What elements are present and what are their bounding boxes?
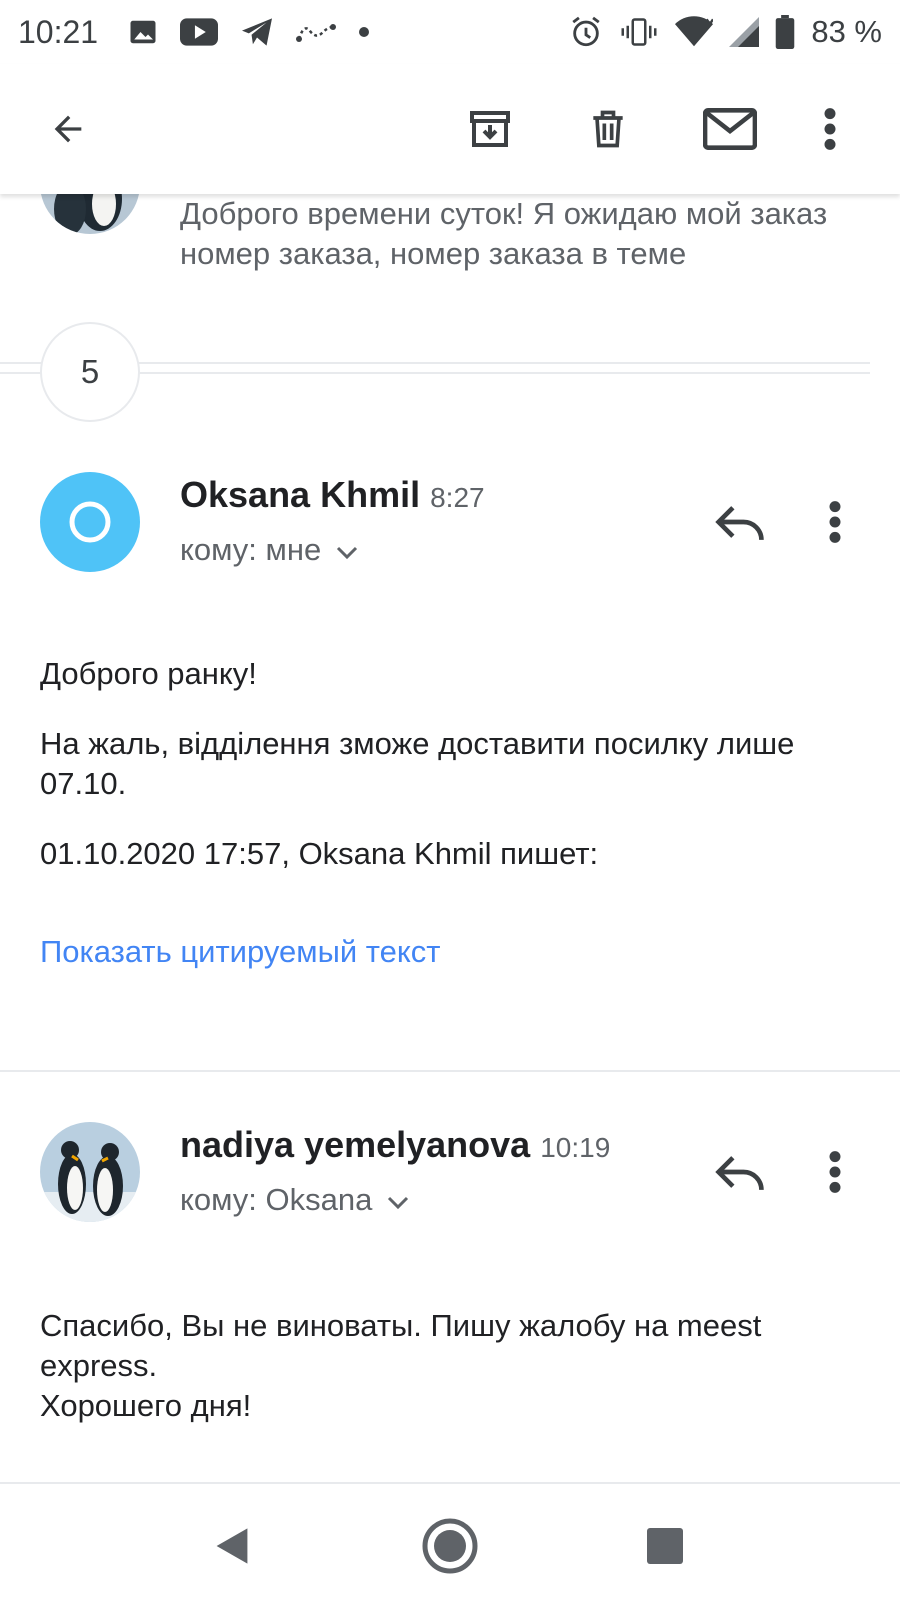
- reply-icon[interactable]: [710, 1142, 770, 1202]
- more-vert-icon[interactable]: [810, 101, 850, 157]
- sender-name: nadiya yemelyanova: [180, 1124, 531, 1165]
- previous-message[interactable]: Доброго времени суток! Я ожидаю мой зака…: [0, 194, 900, 274]
- image-icon: [128, 17, 158, 47]
- avatar[interactable]: [40, 472, 140, 572]
- nav-back-icon[interactable]: [192, 1506, 272, 1586]
- nav-recents-icon[interactable]: [625, 1506, 705, 1586]
- collapsed-messages[interactable]: 5: [0, 322, 870, 422]
- body-paragraph: На жаль, відділення зможе доставити поси…: [40, 726, 795, 801]
- body-paragraph: Доброго ранку!: [40, 656, 257, 691]
- body-paragraph: Хорошего дня!: [40, 1388, 252, 1423]
- battery-percent: 83 %: [811, 14, 882, 49]
- alarm-icon: [569, 15, 603, 49]
- recipient-toggle[interactable]: кому: Oksana: [180, 1182, 410, 1218]
- app-bar: [0, 64, 900, 194]
- recipient-toggle[interactable]: кому: мне: [180, 532, 359, 568]
- message-time: 10:19: [540, 1132, 611, 1163]
- system-nav-bar: [0, 1482, 900, 1600]
- archive-icon[interactable]: [460, 101, 520, 157]
- body-paragraph: Спасибо, Вы не виноваты. Пишу жалобу на …: [40, 1308, 762, 1383]
- mark-unread-icon[interactable]: [700, 101, 760, 157]
- telegram-icon: [240, 17, 274, 47]
- more-vert-icon[interactable]: [815, 492, 855, 552]
- vibrate-icon: [619, 17, 659, 47]
- back-arrow-icon[interactable]: [40, 101, 96, 157]
- recipient-label: кому: мне: [180, 532, 322, 567]
- battery-icon: [775, 15, 795, 49]
- avatar[interactable]: [40, 1122, 140, 1222]
- body-paragraph: 01.10.2020 17:57, Oksana Khmil пишет:: [40, 836, 599, 871]
- status-bar: 10:21 83 %: [0, 0, 900, 64]
- show-quoted-text-link[interactable]: Показать цитируемый текст: [40, 934, 441, 970]
- message-nadiya: nadiya yemelyanova 10:19 кому: Oksana Спа…: [0, 1122, 900, 1482]
- recipient-label: кому: Oksana: [180, 1182, 373, 1217]
- chevron-down-icon: [335, 532, 359, 568]
- collapsed-count[interactable]: 5: [40, 322, 140, 422]
- chevron-down-icon: [386, 1182, 410, 1218]
- message-divider: [0, 1070, 900, 1072]
- message-oksana: Oksana Khmil 8:27 кому: мне Доброго ранку…: [0, 472, 900, 992]
- delete-icon[interactable]: [578, 101, 638, 157]
- dot-icon: [358, 26, 370, 38]
- message-body: Спасибо, Вы не виноваты. Пишу жалобу на …: [40, 1306, 860, 1426]
- sender-line: nadiya yemelyanova 10:19: [180, 1124, 610, 1166]
- reply-icon[interactable]: [710, 492, 770, 552]
- avatar: [40, 194, 140, 234]
- message-time: 8:27: [430, 482, 485, 513]
- status-time: 10:21: [18, 13, 99, 50]
- sender-name: Oksana Khmil: [180, 474, 421, 515]
- more-vert-icon[interactable]: [815, 1142, 855, 1202]
- nav-home-icon[interactable]: [410, 1506, 490, 1586]
- wifi-icon: [675, 16, 714, 48]
- previous-snippet: Доброго времени суток! Я ожидаю мой зака…: [180, 196, 828, 271]
- sender-line: Oksana Khmil 8:27: [180, 474, 485, 516]
- youtube-icon: [180, 18, 219, 46]
- route-icon: [296, 21, 337, 43]
- message-body: Доброго ранку! На жаль, відділення зможе…: [40, 654, 860, 904]
- signal-icon: [729, 17, 760, 47]
- conversation-content: Доброго времени суток! Я ожидаю мой зака…: [0, 194, 900, 1482]
